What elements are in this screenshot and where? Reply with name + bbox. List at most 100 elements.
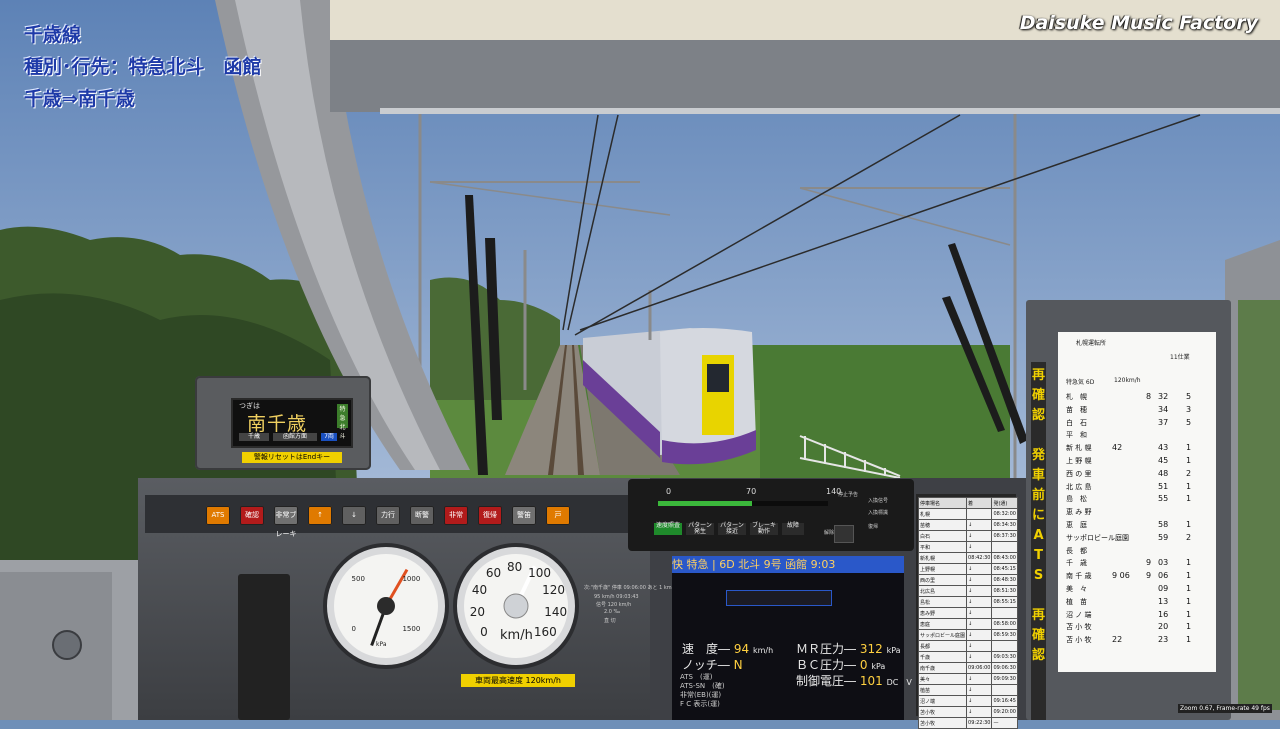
speed-tick-label: 100: [528, 566, 552, 581]
speed-unit: km/h: [500, 628, 533, 643]
timetable-row: 札 幌 8 32 5: [1062, 392, 1212, 404]
bc-label: ＢＣ圧力: [796, 658, 845, 672]
station-table-cell: 08:37:30: [991, 530, 1018, 542]
timetable-cell: 34: [1158, 404, 1169, 414]
timetable-cell: 1: [1186, 443, 1192, 453]
timetable-cell: 長 都: [1066, 546, 1087, 555]
station-table-cell: —: [991, 717, 1018, 729]
timetable-cell: 苫 小 牧: [1066, 623, 1092, 632]
speed-tick-label: 20: [469, 605, 485, 620]
console-button-7[interactable]: 非常: [444, 506, 468, 525]
console-button-10[interactable]: 戸: [546, 506, 570, 525]
notch-value: N: [733, 658, 743, 672]
timetable-cell: 1: [1186, 609, 1192, 619]
zoom-status: Zoom 0.67, Frame-rate 49 fps: [1178, 704, 1272, 713]
station-table-row: 沼ノ端 ↓ 09:16:45: [917, 695, 1018, 707]
timetable-row: 新 札 幌 42 43 1: [1062, 443, 1212, 455]
station-table-cell: ↓: [966, 618, 993, 630]
right-side-window: [1238, 300, 1280, 710]
station-table-cell: 苗穂: [917, 519, 968, 531]
timetable-cell: 植 苗: [1066, 597, 1087, 606]
station-table-cell: 08:51:30: [991, 585, 1018, 597]
max-speed-label: 車両最高速度 120km/h: [461, 674, 575, 687]
timetable-cell: 白 石: [1066, 418, 1087, 427]
timetable-cell: 1: [1186, 456, 1192, 465]
timetable-cell: 13: [1158, 596, 1169, 606]
station-table-cell: 08:59:30: [991, 629, 1018, 641]
timetable-row: 恵 み 野: [1062, 507, 1212, 519]
timetable-cell: 島 松: [1066, 495, 1087, 504]
station-table-cell: 平和: [917, 541, 968, 553]
info-diagram-strip: [726, 590, 832, 606]
timetable-row: 苫 小 牧 22 23 1: [1062, 635, 1212, 647]
timetable-cell: 新 札 幌: [1066, 444, 1092, 453]
timetable-cell: 1: [1186, 622, 1192, 632]
station-table-cell: ↓: [966, 574, 993, 586]
dest-seg-cars: 7両: [321, 433, 337, 441]
console-button-5[interactable]: 力行: [376, 506, 400, 525]
speed-tick-label: 160: [533, 624, 557, 639]
station-table-cell: 上野幌: [917, 563, 968, 575]
station-table-cell: 北広島: [917, 585, 968, 597]
station-table-cell: 08:58:00: [991, 618, 1018, 630]
station-table-cell: 島松: [917, 596, 968, 608]
service-tag: 特急 北斗: [337, 404, 348, 440]
speed-tick-label: 120: [542, 583, 565, 598]
console-button-0[interactable]: ATS: [206, 506, 230, 525]
console-button-3[interactable]: ↑: [308, 506, 332, 525]
station-table-header-cell: 着: [966, 497, 993, 509]
station-table-cell: 植苗: [917, 684, 968, 696]
console-button-1[interactable]: 確認: [240, 506, 264, 525]
ats-reset-switch[interactable]: [834, 525, 854, 543]
station-table-cell: ↓: [966, 684, 993, 696]
timetable-row: 恵 庭 58 1: [1062, 520, 1212, 532]
ats-pattern-bar: [658, 501, 828, 506]
speed-tick-label: 60: [485, 566, 502, 581]
timetable-cell: 55: [1158, 494, 1169, 504]
bc-row: ＢＣ圧力― 0 kPa: [796, 658, 886, 672]
pressure-tick-label: 0: [351, 625, 356, 634]
destination-display: つぎは 南千歳 特急 北斗 千歳 函館方面 7両 警報リセットはEndキー: [195, 376, 371, 470]
timetable-cell: 16: [1158, 609, 1169, 619]
timetable-cell: 美 々: [1066, 585, 1087, 593]
station-table-header: 停車場名着発(通): [917, 497, 1018, 509]
header-bar: [330, 40, 1280, 112]
console-button-8[interactable]: 復帰: [478, 506, 502, 525]
timetable-row: 上 野 幌 45 1: [1062, 456, 1212, 468]
console-button-9[interactable]: 警笛: [512, 506, 536, 525]
station-table-cell: [991, 640, 1018, 652]
station-table-row: 千歳 ↓ 09:03:30: [917, 651, 1018, 663]
left-dash-knob: [52, 630, 82, 660]
station-table-cell: [991, 684, 1018, 696]
timetable-row: 平 和: [1062, 430, 1212, 442]
station-table-row: 長都 ↓: [917, 640, 1018, 652]
station-table-row: 南千歳 09:06:00 09:06:30: [917, 662, 1018, 674]
station-schedule-table: 停車場名着発(通) 札幌 08:32:00 苗穂 ↓ 08:34:30 白石 ↓ 08:37:…: [916, 494, 1018, 729]
watermark: Daisuke Music Factory: [1019, 12, 1258, 34]
timetable-cell: 札 幌: [1066, 393, 1087, 401]
station-table-cell: 09:09:30: [991, 673, 1018, 685]
station-table-cell: サッポロビール庭園: [917, 629, 968, 641]
station-table-cell: 08:43:00: [991, 552, 1018, 564]
bc-unit: kPa: [871, 662, 886, 671]
console-button-6[interactable]: 断警: [410, 506, 434, 525]
timetable-cell: 1: [1186, 596, 1192, 606]
console-button-2[interactable]: 非常ブレーキ: [274, 506, 298, 538]
console-button-4[interactable]: ↓: [342, 506, 366, 525]
timetable-row: サッポロビール庭園 59 2: [1062, 533, 1212, 545]
timetable-row: 千 歳 9 03 1: [1062, 558, 1212, 570]
timetable-cell: 苗 穂: [1066, 405, 1087, 414]
next-stop-line4: 2.0 ‰: [604, 609, 621, 615]
timetable-cell: 1: [1186, 635, 1192, 645]
speed-needle-hub: [503, 593, 529, 619]
timetable-cell: 南 千 歳: [1066, 572, 1092, 581]
station-table-header-cell: 発(通): [991, 497, 1018, 509]
station-table-cell: [966, 508, 993, 520]
station-table-cell: 08:42:30: [966, 552, 993, 564]
timetable-cell: 上 野 幌: [1066, 457, 1092, 465]
destination-screen: つぎは 南千歳 特急 北斗 千歳 函館方面 7両: [231, 398, 353, 448]
speed-value: 94: [733, 642, 750, 656]
timetable-row: 美 々 09 1: [1062, 584, 1212, 596]
next-station: 南千歳: [247, 413, 308, 435]
pressure-unit: kPa: [376, 641, 387, 648]
